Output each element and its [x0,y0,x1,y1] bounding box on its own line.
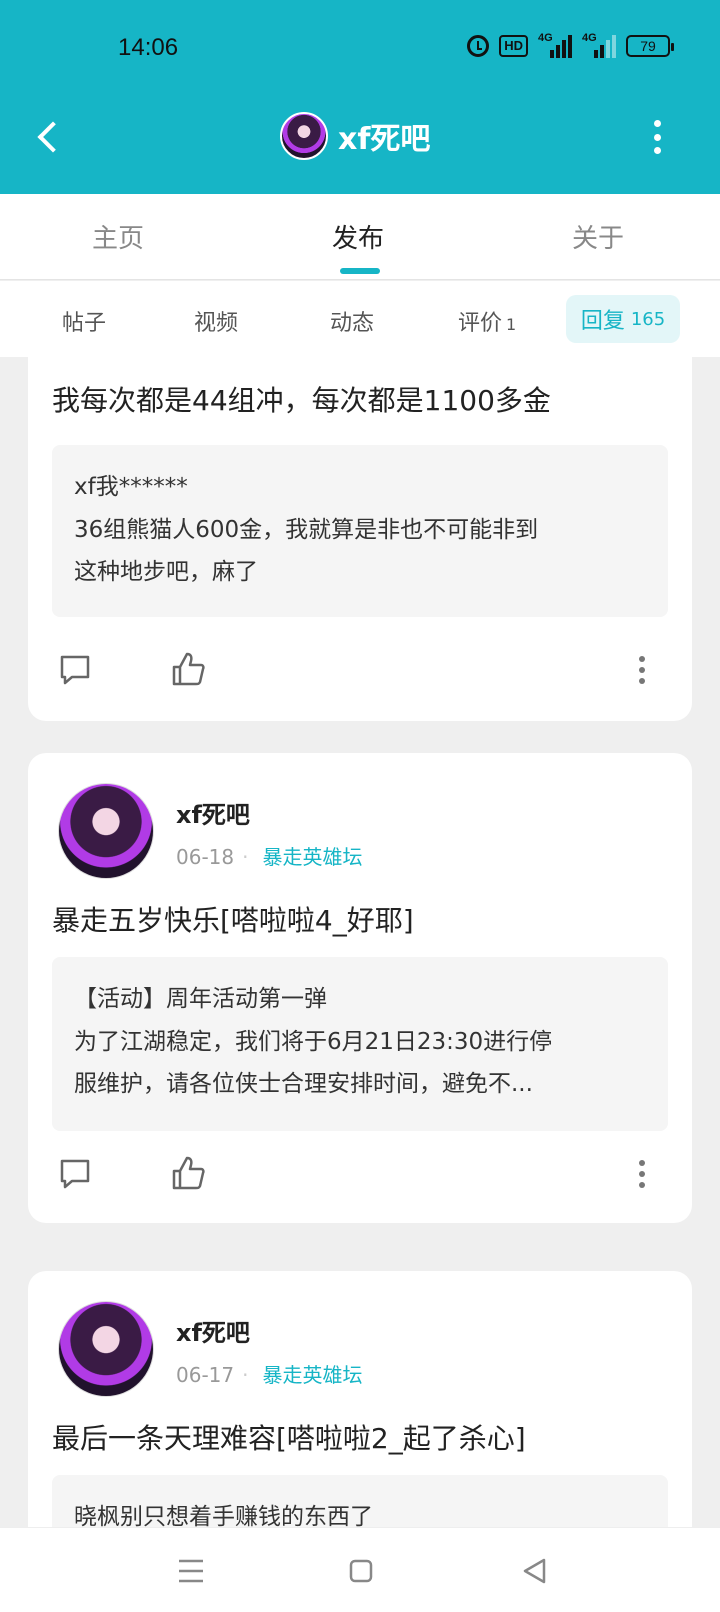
system-nav-bar [0,1527,720,1612]
quoted-text-line: 为了江湖稳定，我们将于6月21日23:30进行停 [74,1029,553,1055]
quoted-post[interactable]: 【活动】周年活动第一弹 为了江湖稳定，我们将于6月21日23:30进行停 服维护… [52,957,668,1131]
like-icon[interactable] [170,651,206,687]
reply-feed[interactable]: 我每次都是44组冲，每次都是1100多金 xf我****** 36组熊猫人600… [0,357,720,1527]
back-arrow-icon[interactable] [34,122,64,152]
app-header: 14:06 HD 4G 4G 79 xf死吧 [0,0,720,194]
quoted-text-line: 这种地步吧，麻了 [74,559,258,585]
avatar[interactable] [58,783,154,879]
quoted-text-line: 36组熊猫人600金，我就算是非也不可能非到 [74,517,539,543]
reply-card[interactable]: xf死吧 06-18 · 暴走英雄坛 暴走五岁快乐[嗒啦啦4_好耶] 【活动】周年活… [28,753,692,1223]
subtab-reviews-count: 1 [506,315,517,334]
profile-title[interactable]: xf死吧 [280,112,430,160]
quoted-title: 晓枫别只想着手赚钱的东西了 [74,1504,373,1527]
menu-icon[interactable] [176,1556,206,1586]
signal-icon: 4G [538,32,572,58]
quoted-author: xf我****** [74,474,188,500]
quoted-post[interactable]: 晓枫别只想着手赚钱的东西了 [52,1475,668,1527]
alarm-icon [467,35,490,57]
reply-text: 最后一条天理难容[嗒啦啦2_起了杀心] [52,1422,526,1455]
comment-icon[interactable] [58,1157,92,1191]
more-icon[interactable] [636,1159,648,1189]
subtab-reviews-label: 评价 [458,311,503,336]
more-vertical-icon[interactable] [650,120,664,154]
nav-bar: xf死吧 [0,100,720,176]
subtab-videos[interactable]: 视频 [194,305,238,337]
hd-icon: HD [499,35,528,57]
forum-link[interactable]: 暴走英雄坛 [262,1363,362,1387]
tab-publish[interactable]: 发布 [332,218,384,255]
quoted-text-line: 服维护，请各位侠士合理安排时间，避免不... [74,1071,533,1097]
forum-link[interactable]: 暴走英雄坛 [262,845,362,869]
profile-tabs: 主页 发布 关于 [0,194,720,280]
status-icons: HD 4G 4G 79 [467,32,674,58]
quoted-text: 36组熊猫人600金，我就算是非也不可能非到 这种地步吧，麻了 [74,509,646,593]
subtab-replies-count: 165 [630,308,666,330]
signal-icon: 4G [582,32,616,58]
reply-card[interactable]: xf死吧 06-17 · 暴走英雄坛 最后一条天理难容[嗒啦啦2_起了杀心] 晓枫别… [28,1271,692,1527]
avatar[interactable] [58,1301,154,1397]
post-date: 06-18 [176,845,235,869]
subtab-replies[interactable]: 回复 165 [566,295,680,343]
tab-indicator [340,268,380,274]
subtab-moments[interactable]: 动态 [330,305,374,337]
reply-text: 我每次都是44组冲，每次都是1100多金 [52,384,551,417]
tab-about[interactable]: 关于 [572,218,624,255]
author-name[interactable]: xf死吧 [176,1313,250,1348]
quoted-title: 【活动】周年活动第一弹 [74,986,327,1012]
subtab-posts[interactable]: 帖子 [62,305,106,337]
page-title: xf死吧 [338,122,431,157]
status-bar: 14:06 HD 4G 4G 79 [0,30,720,66]
like-icon[interactable] [170,1155,206,1191]
avatar [280,112,328,160]
quoted-post[interactable]: xf我****** 36组熊猫人600金，我就算是非也不可能非到 这种地步吧，麻… [52,445,668,617]
content-filter-tabs: 帖子 视频 动态 评价 1 回复 165 [0,281,720,357]
subtab-reviews[interactable]: 评价 1 [458,305,516,337]
author-name[interactable]: xf死吧 [176,795,250,830]
subtab-replies-label: 回复 [580,309,625,334]
status-time: 14:06 [118,34,179,61]
quoted-text: 为了江湖稳定，我们将于6月21日23:30进行停 服维护，请各位侠士合理安排时间… [74,1021,646,1105]
comment-icon[interactable] [58,653,92,687]
post-meta: 06-18 · 暴走英雄坛 [176,841,362,870]
back-triangle-icon[interactable] [520,1556,550,1586]
battery-icon: 79 [626,35,674,57]
reply-card[interactable]: 我每次都是44组冲，每次都是1100多金 xf我****** 36组熊猫人600… [28,357,692,721]
post-date: 06-17 [176,1363,235,1387]
tab-home[interactable]: 主页 [92,218,144,255]
home-square-icon[interactable] [346,1556,376,1586]
more-icon[interactable] [636,655,648,685]
reply-text: 暴走五岁快乐[嗒啦啦4_好耶] [52,904,414,937]
meta-separator: · [242,845,249,869]
post-meta: 06-17 · 暴走英雄坛 [176,1359,362,1388]
meta-separator: · [242,1363,249,1387]
